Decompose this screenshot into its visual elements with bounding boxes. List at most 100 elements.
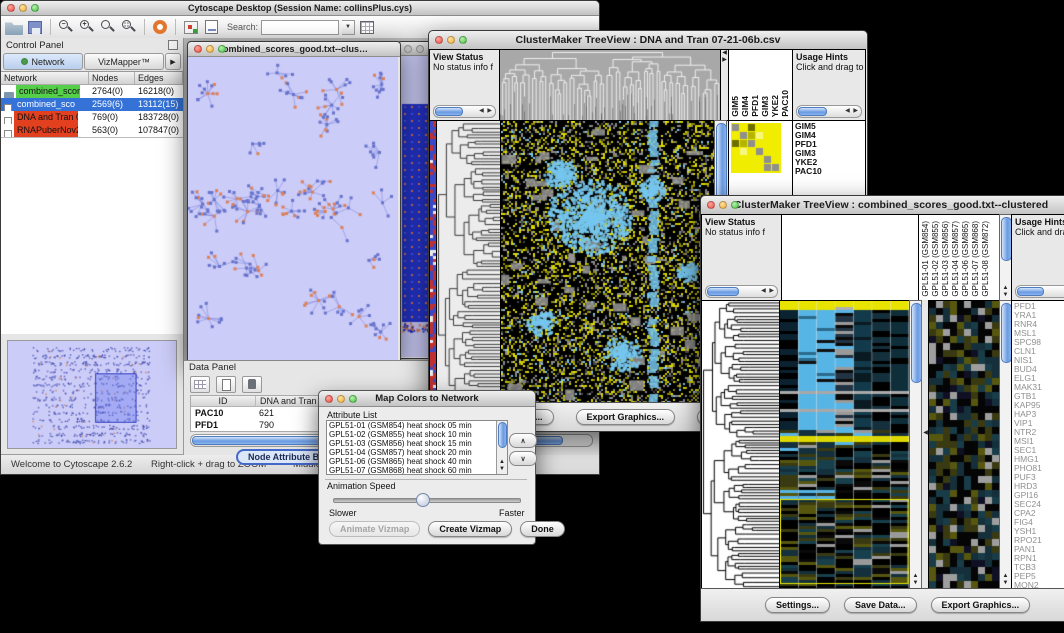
network-table-row[interactable]: combined_sco 2569(6) 13112(15) <box>1 98 183 111</box>
zoom-window-icon[interactable] <box>349 395 357 403</box>
heatmap-canvas[interactable] <box>780 301 909 588</box>
search-index-icon[interactable] <box>360 21 374 34</box>
move-up-button[interactable]: ∧ <box>509 433 537 448</box>
save-data-button[interactable]: Save Data... <box>844 597 917 613</box>
zoom-out-icon[interactable]: − <box>57 19 75 35</box>
view-status-hscrollbar[interactable]: ◀ ▶ <box>705 285 778 298</box>
zoom-window-icon[interactable] <box>218 45 226 53</box>
usage-hints-hscrollbar[interactable]: ◀ ▶ <box>796 105 862 118</box>
scrollbar-arrows-icon[interactable]: ◀ ▶ <box>479 107 493 114</box>
scrollbar-thumb[interactable] <box>707 287 739 296</box>
column-dendrogram-panel[interactable] <box>499 49 721 121</box>
treeview1-titlebar[interactable]: ClusterMaker TreeView : DNA and Tran 07-… <box>429 31 867 50</box>
minimize-icon[interactable] <box>206 45 214 53</box>
save-session-icon[interactable] <box>28 21 42 34</box>
network-table-row[interactable]: RNAPuberNov2+! 563(0) 107847(0) <box>1 124 183 137</box>
attribute-item[interactable]: GPL51-02 (GSM855) heat shock 10 min <box>329 430 507 439</box>
close-icon[interactable] <box>435 36 443 44</box>
animate-vizmap-button[interactable]: Animate Vizmap <box>329 521 420 537</box>
row-dendrogram-panel[interactable] <box>436 120 501 403</box>
tab-overflow-icon[interactable]: ▶ <box>165 53 181 70</box>
tab-vizmapper[interactable]: VizMapper™ <box>84 53 164 70</box>
export-graphics-button[interactable]: Export Graphics... <box>931 597 1031 613</box>
help-lifering-icon[interactable] <box>153 20 167 34</box>
zoom-in-icon[interactable]: + <box>78 19 96 35</box>
scrollbar-arrows-icon[interactable]: ▲▼ <box>1000 573 1011 587</box>
delete-attribute-icon[interactable] <box>242 376 262 393</box>
usage-hints-hscrollbar[interactable] <box>1015 285 1064 298</box>
minimize-icon[interactable] <box>337 395 345 403</box>
heatmap-panel[interactable] <box>500 120 715 403</box>
close-icon[interactable] <box>325 395 333 403</box>
done-button[interactable]: Done <box>520 521 565 537</box>
close-icon[interactable] <box>7 4 15 12</box>
attribute-item[interactable]: GPL51-06 (GSM865) heat shock 40 min <box>329 457 507 466</box>
move-down-button[interactable]: ∨ <box>509 451 537 466</box>
scrollbar-thumb[interactable] <box>798 107 827 116</box>
zoom-fit-icon[interactable] <box>99 19 117 35</box>
selected-cluster-heatmap[interactable] <box>731 123 781 173</box>
minimize-icon[interactable] <box>447 36 455 44</box>
new-attribute-icon[interactable] <box>216 376 236 393</box>
network-overview-thumbnail[interactable] <box>7 340 177 449</box>
network-canvas[interactable] <box>188 57 398 360</box>
row-dendrogram-canvas[interactable] <box>437 121 500 402</box>
heatmap-canvas[interactable] <box>501 121 714 402</box>
window-controls[interactable] <box>7 4 39 12</box>
minimize-icon[interactable] <box>416 45 424 53</box>
settings-button[interactable]: Settings... <box>765 597 830 613</box>
search-dropdown-icon[interactable]: ▼ <box>342 20 355 35</box>
network-table-row[interactable]: combined_scores 2764(0) 16218(0) <box>1 85 183 98</box>
view-status-hscrollbar[interactable]: ◀ ▶ <box>433 105 496 118</box>
close-icon[interactable] <box>194 45 202 53</box>
network-edges-count: 107847(0) <box>135 124 183 137</box>
scrollbar-arrows-icon[interactable]: ▲▼ <box>1000 285 1011 299</box>
minimize-icon[interactable] <box>19 4 27 12</box>
network-table-row[interactable]: DNA and Tran 07 769(0) 183728(0) <box>1 111 183 124</box>
network-view-window[interactable]: combined_scores_good.txt--cluste... <box>187 41 401 362</box>
cytoscape-titlebar[interactable]: Cytoscape Desktop (Session Name: collins… <box>1 1 599 16</box>
scrollbar-arrows-icon[interactable]: ▲▼ <box>910 573 921 587</box>
scrollbar-thumb[interactable] <box>1017 287 1044 296</box>
open-session-icon[interactable] <box>5 19 23 35</box>
heatmap-panel[interactable] <box>779 300 910 589</box>
zoom-window-icon[interactable] <box>31 4 39 12</box>
dialog-titlebar[interactable]: Map Colors to Network <box>319 391 535 407</box>
row-dendrogram-canvas[interactable] <box>702 301 779 588</box>
column-dendrogram-canvas[interactable] <box>500 50 720 120</box>
attribute-item[interactable]: GPL51-04 (GSM857) heat shock 20 min <box>329 448 507 457</box>
attribute-listbox[interactable]: GPL51-01 (GSM854) heat shock 05 minGPL51… <box>326 420 508 475</box>
scrollbar-arrows-icon[interactable]: ◀ ▶ <box>761 287 775 294</box>
minimize-icon[interactable] <box>719 201 727 209</box>
row-dendrogram-panel[interactable] <box>701 300 780 589</box>
gene-name[interactable]: PAC10 <box>795 167 863 176</box>
zoom-selected-icon[interactable]: ∷ <box>120 19 138 35</box>
heatmap-vscrollbar[interactable]: ▲▼ <box>909 300 922 589</box>
attribute-item[interactable]: GPL51-03 (GSM856) heat shock 15 min <box>329 439 507 448</box>
create-vizmap-button[interactable]: Create Vizmap <box>428 521 512 537</box>
scrollbar-thumb[interactable] <box>498 422 507 448</box>
scrollbar-arrows-icon[interactable]: ▲▼ <box>497 459 507 473</box>
zoom-window-icon[interactable] <box>731 201 739 209</box>
vizmapper-icon[interactable] <box>184 21 198 34</box>
annotation-icon[interactable] <box>205 20 218 34</box>
attribute-item[interactable]: GPL51-01 (GSM854) heat shock 05 min <box>329 421 507 430</box>
float-panel-icon[interactable] <box>168 40 178 50</box>
treeview2-titlebar[interactable]: ClusterMaker TreeView : combined_scores_… <box>701 196 1064 215</box>
export-graphics-button[interactable]: Export Graphics... <box>576 409 676 425</box>
search-input[interactable] <box>261 20 339 35</box>
scrollbar-thumb[interactable] <box>435 107 463 116</box>
close-icon[interactable] <box>404 45 412 53</box>
slider-thumb[interactable] <box>416 493 430 507</box>
selected-cluster-heatmap-panel[interactable] <box>928 300 1000 589</box>
zoom-window-icon[interactable] <box>459 36 467 44</box>
scrollbar-arrows-icon[interactable]: ◀ ▶ <box>845 107 859 114</box>
listbox-vscrollbar[interactable]: ▲▼ <box>496 421 507 474</box>
selected-cluster-heatmap[interactable] <box>929 301 999 588</box>
column-dendrogram-panel[interactable] <box>781 214 919 301</box>
attribute-select-icon[interactable] <box>190 376 210 393</box>
close-icon[interactable] <box>707 201 715 209</box>
attribute-item[interactable]: GPL51-07 (GSM868) heat shock 60 min <box>329 466 507 475</box>
tab-network[interactable]: Network <box>3 53 83 70</box>
scrollbar-thumb[interactable] <box>911 303 922 383</box>
